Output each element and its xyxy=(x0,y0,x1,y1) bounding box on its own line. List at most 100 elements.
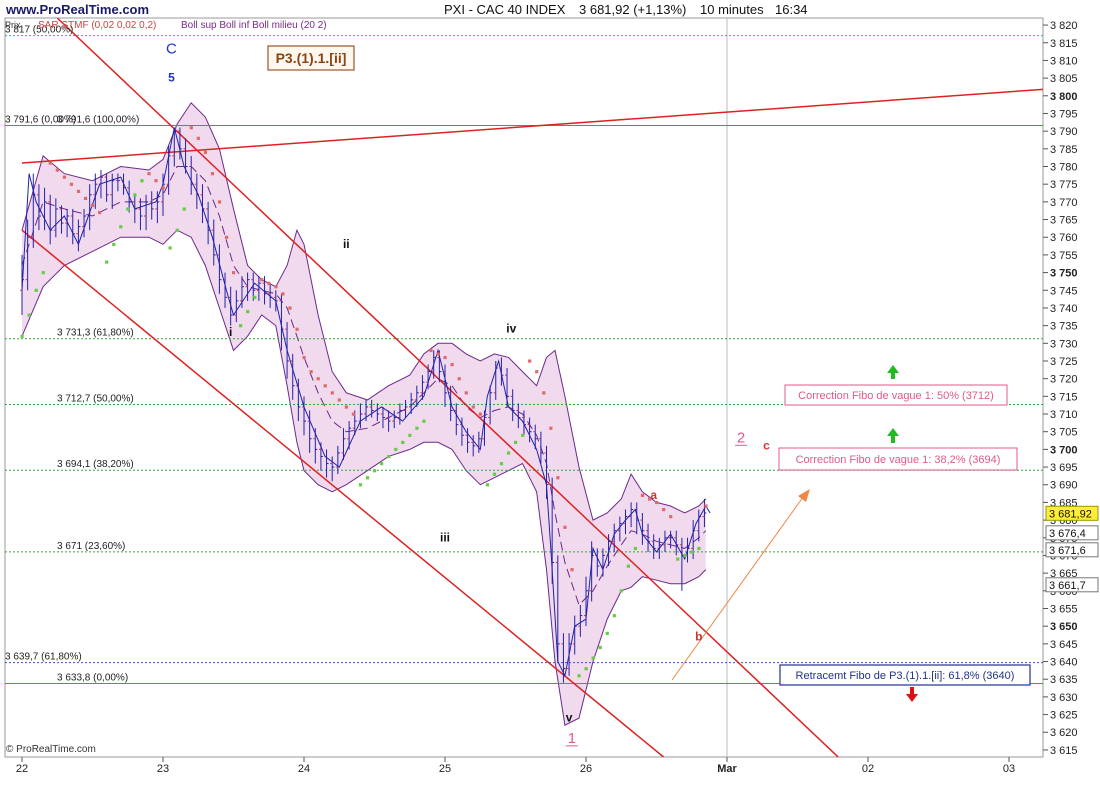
wave-label: c xyxy=(763,438,770,452)
chart-price: 3 681,92 (+1,13%) xyxy=(579,2,686,17)
sar-dot xyxy=(704,504,708,508)
y-tick-label: 3 710 xyxy=(1050,409,1078,421)
chart-title: PXI - CAC 40 INDEX xyxy=(444,2,566,17)
y-tick-label: 3 690 xyxy=(1050,480,1078,492)
y-tick-label: 3 815 xyxy=(1050,38,1078,50)
sar-dot xyxy=(189,126,193,130)
price-chart[interactable]: 3 791,6 (0,00%)3 791,6 (100,00%)3 731,3 … xyxy=(0,0,1100,800)
sar-dot xyxy=(612,614,616,618)
price-badge-label: 3 676,4 xyxy=(1049,528,1086,540)
sar-dot xyxy=(196,136,200,140)
x-tick-label: 23 xyxy=(157,763,169,775)
y-tick-label: 3 620 xyxy=(1050,727,1078,739)
sar-dot xyxy=(98,210,102,215)
sar-dot xyxy=(669,515,673,519)
y-tick-label: 3 765 xyxy=(1050,215,1078,227)
copyright: © ProRealTime.com xyxy=(6,744,96,755)
sar-dot xyxy=(344,405,348,409)
y-tick-label: 3 755 xyxy=(1050,250,1078,262)
sar-dot xyxy=(239,324,243,328)
sar-dot xyxy=(83,196,88,201)
sar-dot xyxy=(161,186,165,190)
y-tick-label: 3 635 xyxy=(1050,674,1078,686)
sar-dot xyxy=(478,412,482,416)
y-tick-label: 3 615 xyxy=(1050,745,1078,757)
y-tick-label: 3 805 xyxy=(1050,73,1078,85)
sar-dot xyxy=(521,433,525,437)
y-tick-label: 3 730 xyxy=(1050,338,1078,350)
wave-label: i xyxy=(229,325,232,339)
sar-dot xyxy=(210,172,215,176)
y-tick-label: 3 745 xyxy=(1050,285,1078,297)
sar-dot xyxy=(267,281,271,285)
sar-dot xyxy=(563,525,567,529)
sar-dot xyxy=(217,200,222,204)
wave-label: ii xyxy=(343,237,350,251)
sar-dot xyxy=(690,550,694,554)
y-tick-label: 3 810 xyxy=(1050,55,1078,67)
fibo-label: 3 694,1 (38,20%) xyxy=(57,459,134,470)
sar-dot xyxy=(415,426,419,430)
sar-dot xyxy=(224,235,229,239)
sar-dot xyxy=(387,454,391,459)
sar-dot xyxy=(506,451,511,455)
y-tick-label: 3 750 xyxy=(1050,268,1078,280)
sar-dot xyxy=(401,440,405,445)
sar-dot xyxy=(203,150,207,155)
sar-dot xyxy=(640,493,645,498)
x-tick-label: 02 xyxy=(862,763,874,775)
y-tick-label: 3 795 xyxy=(1050,108,1078,120)
sar-dot xyxy=(337,398,341,402)
y-tick-label: 3 820 xyxy=(1050,20,1078,32)
y-tick-label: 3 740 xyxy=(1050,303,1078,315)
y-tick-label: 3 715 xyxy=(1050,391,1078,403)
sar-dot xyxy=(147,172,151,176)
sar-dot xyxy=(619,589,623,593)
sar-dot xyxy=(697,546,701,551)
wave-label: C xyxy=(166,40,177,57)
sar-dot xyxy=(253,295,257,300)
x-tick-label: 25 xyxy=(439,763,451,775)
sar-dot xyxy=(443,355,447,360)
sar-dot xyxy=(535,370,539,374)
sar-dot xyxy=(591,656,595,660)
sar-dot xyxy=(485,483,489,487)
sar-dot xyxy=(499,462,504,466)
sar-dot xyxy=(358,483,363,487)
sar-dot xyxy=(662,507,666,512)
fibo-label: 3 791,6 (100,00%) xyxy=(57,114,139,125)
fibo-label: 3 731,3 (61,80%) xyxy=(57,328,134,339)
y-tick-label: 3 800 xyxy=(1050,91,1078,103)
sar-dot xyxy=(309,370,313,374)
sar-dot xyxy=(295,327,299,331)
chart-interval: 10 minutes xyxy=(700,2,764,17)
y-tick-label: 3 645 xyxy=(1050,639,1078,651)
y-tick-label: 3 775 xyxy=(1050,179,1078,191)
sar-dot xyxy=(556,476,560,480)
y-tick-label: 3 770 xyxy=(1050,197,1078,209)
y-tick-label: 3 625 xyxy=(1050,710,1078,722)
sar-dot xyxy=(20,334,24,338)
fibo-label: 3 633,8 (0,00%) xyxy=(57,672,128,683)
y-tick-label: 3 650 xyxy=(1050,621,1078,633)
sar-dot xyxy=(105,260,109,264)
sar-dot xyxy=(41,271,45,275)
sar-legend: SAR STMF (0,02 0,02 0,2) xyxy=(38,20,156,31)
sar-dot xyxy=(69,182,74,186)
sar-dot xyxy=(514,440,518,445)
sar-dot xyxy=(154,179,158,183)
x-tick-label: 03 xyxy=(1003,763,1015,775)
fibo-label: 3 671 (23,60%) xyxy=(57,541,125,552)
sar-dot xyxy=(471,405,475,409)
wave-label: 2 xyxy=(737,429,745,446)
sar-dot xyxy=(316,377,320,381)
sar-dot xyxy=(492,472,497,476)
y-tick-label: 3 760 xyxy=(1050,232,1078,244)
sar-dot xyxy=(549,426,553,430)
sar-dot xyxy=(528,359,532,363)
sar-dot xyxy=(429,348,433,353)
fibo382-annotation: Correction Fibo de vague 1: 38,2% (3694) xyxy=(796,454,1001,466)
sar-dot xyxy=(365,476,370,480)
wave-label: 1 xyxy=(568,730,576,747)
x-tick-label: 26 xyxy=(580,763,592,775)
